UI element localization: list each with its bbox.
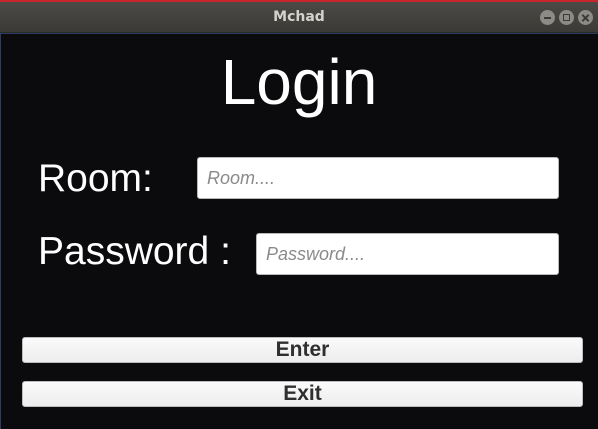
password-input[interactable] bbox=[256, 233, 559, 275]
maximize-icon[interactable] bbox=[559, 10, 574, 25]
enter-button[interactable]: Enter bbox=[22, 337, 583, 363]
app-window: Mchad Login Room: Password : Enter Exit bbox=[0, 0, 598, 429]
close-icon[interactable] bbox=[578, 10, 593, 25]
room-input[interactable] bbox=[197, 157, 559, 199]
minimize-icon[interactable] bbox=[540, 10, 555, 25]
room-label: Room: bbox=[38, 157, 153, 200]
title-bar[interactable]: Mchad bbox=[0, 2, 598, 33]
window-title: Mchad bbox=[273, 9, 325, 25]
password-label: Password : bbox=[38, 230, 231, 273]
exit-button[interactable]: Exit bbox=[22, 381, 583, 407]
page-title: Login bbox=[220, 46, 378, 118]
